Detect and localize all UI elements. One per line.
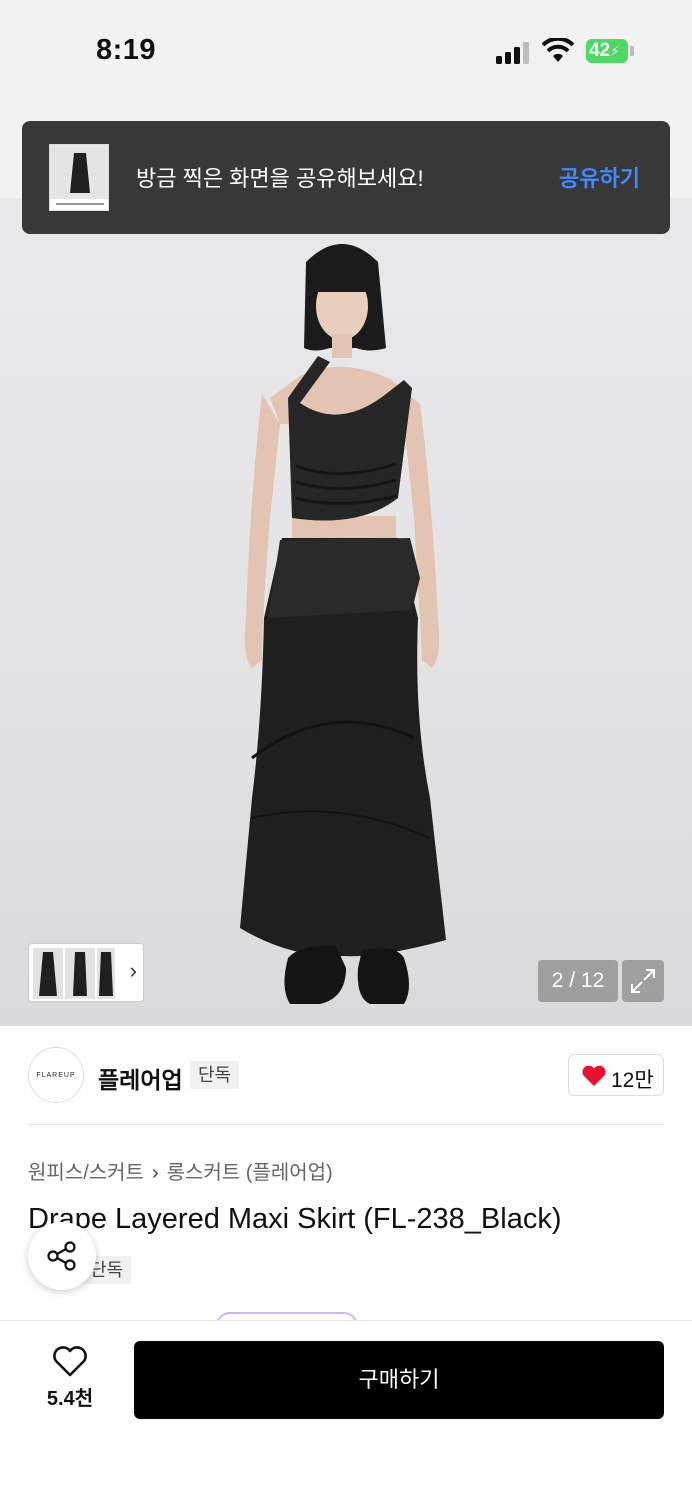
heart-outline-icon bbox=[53, 1346, 87, 1377]
product-title: Drape Layered Maxi Skirt (FL-238_Black) bbox=[28, 1203, 562, 1235]
screenshot-thumbnail bbox=[49, 144, 109, 211]
expand-button[interactable] bbox=[622, 960, 664, 1002]
divider bbox=[28, 1124, 664, 1125]
breadcrumb-subcategory[interactable]: 롱스커트 (플레어업) bbox=[167, 1162, 333, 1184]
image-thumbnail-strip[interactable]: › bbox=[28, 943, 144, 1002]
wifi-icon bbox=[542, 38, 574, 62]
thumbnail-image bbox=[65, 948, 95, 999]
exclusive-badge: 단독 bbox=[190, 1061, 240, 1089]
heart-filled-icon bbox=[582, 1065, 606, 1086]
buy-button[interactable]: 구매하기 bbox=[134, 1341, 664, 1419]
wishlist-count: 5.4천 bbox=[46, 1388, 94, 1410]
thumbnail-image bbox=[97, 948, 115, 999]
share-button[interactable] bbox=[28, 1222, 96, 1290]
model-photo bbox=[240, 244, 446, 1004]
share-now-button[interactable]: 공유하기 bbox=[559, 161, 640, 193]
thumbnail-image bbox=[33, 948, 63, 999]
expand-icon bbox=[631, 969, 655, 993]
status-time: 8:19 bbox=[96, 34, 157, 66]
brand-name[interactable]: 플레어업 bbox=[98, 1061, 183, 1095]
battery-icon: 42⚡ bbox=[586, 39, 628, 63]
share-icon bbox=[47, 1241, 76, 1271]
toast-message: 방금 찍은 화면을 공유해보세요! bbox=[136, 166, 424, 191]
battery-tip bbox=[630, 46, 634, 56]
share-toast: 방금 찍은 화면을 공유해보세요! 공유하기 bbox=[22, 121, 670, 234]
chevron-right-icon: › bbox=[151, 1162, 159, 1184]
brand-like-button[interactable]: 12만 bbox=[568, 1054, 664, 1096]
breadcrumb: 원피스/스커트 › 롱스커트 (플레어업) bbox=[28, 1156, 333, 1185]
cellular-signal-icon bbox=[496, 40, 532, 64]
brand-like-count: 12만 bbox=[611, 1069, 654, 1092]
wishlist-button[interactable]: 5.4천 bbox=[36, 1342, 104, 1412]
battery-level: 42 bbox=[589, 40, 611, 61]
chevron-right-icon: › bbox=[129, 958, 137, 983]
breadcrumb-category[interactable]: 원피스/스커트 bbox=[28, 1162, 144, 1184]
image-counter: 2 / 12 bbox=[538, 960, 618, 1002]
product-image[interactable] bbox=[0, 198, 692, 1026]
brand-logo[interactable]: FLAREUP bbox=[28, 1047, 84, 1103]
